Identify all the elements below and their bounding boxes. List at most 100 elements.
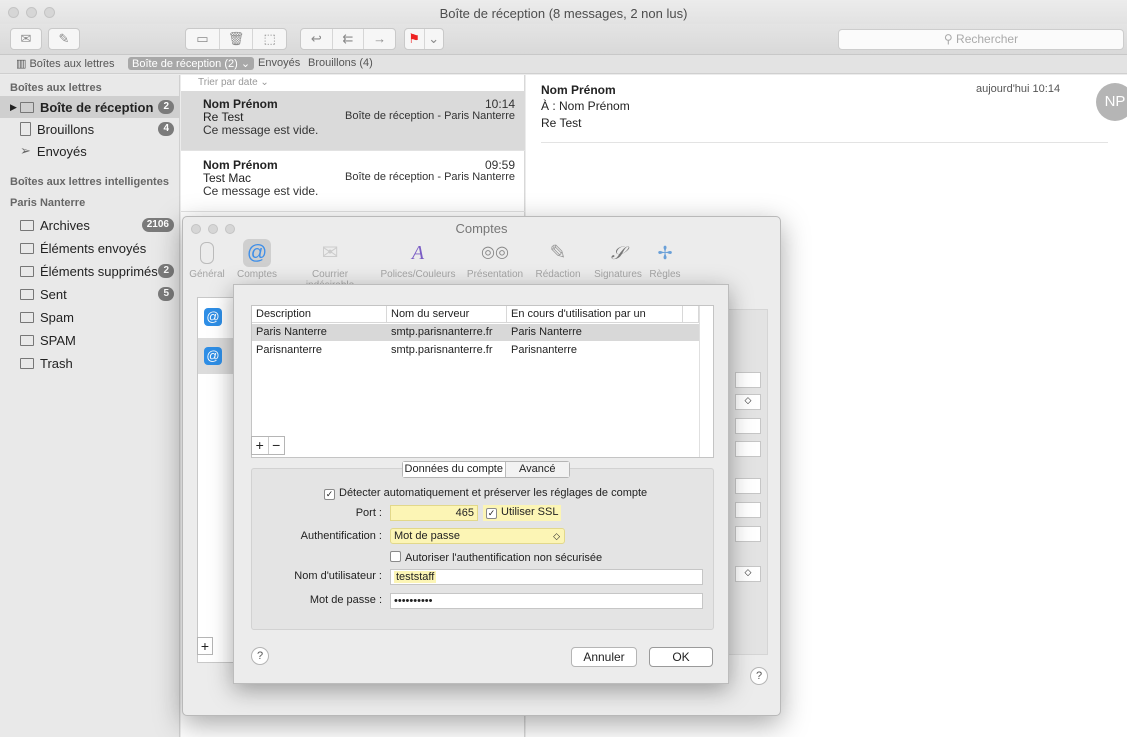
fav-inbox[interactable]: Boîte de réception (2) ⌄ <box>128 57 255 70</box>
auth-label: Authentification : <box>300 530 382 542</box>
chevron-down-icon: ⌄ <box>428 31 440 46</box>
add-server-button[interactable]: + <box>252 437 269 454</box>
sidebar-header-mailboxes: Boîtes aux lettres <box>10 82 102 94</box>
tab-advanced[interactable]: Avancé <box>505 462 569 477</box>
list-item[interactable]: Nom Prénom 09:59 Test Mac Boîte de récep… <box>181 152 525 212</box>
sidebar-item-inbox[interactable]: ▶ Boîte de réception 2 <box>0 96 180 118</box>
fav-sent[interactable]: Envoyés <box>258 57 300 69</box>
sidebar-item-archives[interactable]: Archives 2106 <box>0 214 180 236</box>
tab-composing[interactable]: ✎ Rédaction <box>529 239 587 280</box>
smtp-server-table: Description Nom du serveur En cours d'ut… <box>251 305 714 458</box>
trash-icon[interactable]: 🗑︎ <box>220 29 254 49</box>
tab-rules[interactable]: ✢ Règles <box>643 239 687 280</box>
tab-signatures[interactable]: 𝒮 Signatures <box>589 239 647 280</box>
sidebar-item-trash[interactable]: Trash <box>0 352 180 374</box>
tab-general[interactable]: Général <box>179 239 235 280</box>
auto-detect-option[interactable]: ✓ Détecter automatiquement et préserver l… <box>324 487 647 500</box>
window-title: Boîte de réception (8 messages, 2 non lu… <box>439 6 688 21</box>
table-row[interactable]: Parisnanterre smtp.parisnanterre.fr Pari… <box>252 342 699 359</box>
fav-mailboxes[interactable]: ▥ Boîtes aux lettres <box>16 57 114 70</box>
help-button[interactable]: ? <box>251 647 269 665</box>
accounts-list: @ @ <box>197 297 237 663</box>
detail-select[interactable]: ◇ <box>735 394 761 410</box>
detail-select[interactable]: ◇ <box>735 566 761 582</box>
archive-delete-junk-group: ▭ 🗑︎ ⬚ <box>185 28 287 50</box>
sidebar-item-sent[interactable]: ➢ Envoyés <box>0 140 180 162</box>
flag-button[interactable]: ⚑ ⌄ <box>404 28 444 50</box>
detail-field[interactable] <box>735 418 761 434</box>
sidebar: Boîtes aux lettres ▶ Boîte de réception … <box>0 75 180 737</box>
detail-field[interactable] <box>735 372 761 388</box>
username-field[interactable]: teststaff <box>390 569 703 585</box>
sidebar-item-sent-folder[interactable]: Sent 5 <box>0 283 180 305</box>
port-label: Port : <box>355 507 382 519</box>
count-badge: 2106 <box>141 218 174 232</box>
tab-viewing[interactable]: ◎◎ Présentation <box>463 239 527 280</box>
folder-icon <box>20 242 34 254</box>
sidebar-item-sent-items[interactable]: Éléments envoyés <box>0 237 180 259</box>
sidebar-item-deleted[interactable]: Éléments supprimés 2 <box>0 260 180 282</box>
sidebar-item-spam[interactable]: Spam <box>0 306 180 328</box>
column-header-in-use[interactable]: En cours d'utilisation par un compte <box>507 306 683 336</box>
inbox-icon <box>20 101 34 113</box>
count-badge: 5 <box>158 287 174 301</box>
sidebar-item-spam-upper[interactable]: SPAM <box>0 329 180 351</box>
compose-button[interactable]: ✎ <box>48 28 80 50</box>
sidebar-item-drafts[interactable]: Brouillons 4 <box>0 118 180 140</box>
search-input[interactable]: ⚲ Rechercher <box>838 29 1124 50</box>
ok-button[interactable]: OK <box>649 647 713 667</box>
detail-field[interactable] <box>735 502 761 518</box>
server-settings-panel: Données du compte Avancé ✓ Détecter autom… <box>251 461 714 630</box>
scrollbar[interactable] <box>699 306 713 457</box>
tab-accounts[interactable]: @ Comptes <box>229 239 285 280</box>
account-at-icon[interactable]: @ <box>204 308 222 326</box>
checkbox-unchecked[interactable] <box>390 551 401 562</box>
list-item[interactable]: Nom Prénom 10:14 Re Test Boîte de récept… <box>181 91 525 151</box>
help-button[interactable]: ? <box>750 667 768 685</box>
message-subject: Re Test <box>541 116 582 130</box>
folder-icon <box>20 288 34 300</box>
password-label: Mot de passe : <box>309 594 382 606</box>
switch-icon <box>200 242 214 264</box>
folder-icon <box>20 219 34 231</box>
checkbox-checked[interactable]: ✓ <box>486 508 497 519</box>
add-account-button[interactable]: + <box>197 637 213 655</box>
add-remove-buttons: + − <box>251 436 285 455</box>
smtp-servers-sheet: Description Nom du serveur En cours d'ut… <box>233 284 729 684</box>
auth-select[interactable]: Mot de passe ◇ <box>390 528 565 544</box>
message-to: À : Nom Prénom <box>541 99 630 113</box>
forward-icon[interactable]: → <box>364 29 395 49</box>
column-header-description[interactable]: Description <box>252 306 387 323</box>
junk-icon[interactable]: ⬚ <box>253 29 286 49</box>
sort-by-menu[interactable]: Trier par date ⌄ <box>198 77 269 88</box>
reply-icon[interactable]: ↩ <box>301 29 333 49</box>
detail-field[interactable] <box>735 441 761 457</box>
reply-all-icon[interactable]: ⇇ <box>333 29 365 49</box>
insecure-auth-option[interactable]: Autoriser l'authentification non sécuris… <box>390 551 602 564</box>
port-field[interactable]: 465 <box>390 505 478 521</box>
archive-icon[interactable]: ▭ <box>186 29 220 49</box>
checkbox-checked[interactable]: ✓ <box>324 489 335 500</box>
tab-account-info[interactable]: Données du compte <box>403 462 506 477</box>
compose-icon: ✎ <box>58 31 70 46</box>
unread-badge: 2 <box>158 100 174 114</box>
detail-field[interactable] <box>735 526 761 542</box>
get-mail-button[interactable]: ✉ <box>10 28 42 50</box>
remove-server-button[interactable]: − <box>269 437 285 454</box>
reply-group: ↩ ⇇ → <box>300 28 396 50</box>
fav-drafts[interactable]: Brouillons (4) <box>308 57 373 69</box>
count-badge: 2 <box>158 264 174 278</box>
disclosure-icon[interactable]: ▶ <box>10 102 20 113</box>
password-field[interactable]: •••••••••• <box>390 593 703 609</box>
table-row[interactable]: Paris Nanterre smtp.parisnanterre.fr Par… <box>252 324 699 341</box>
detail-field[interactable] <box>735 478 761 494</box>
search-icon: ⚲ <box>943 32 957 46</box>
prefs-title: Comptes <box>455 221 508 236</box>
column-header-server[interactable]: Nom du serveur <box>387 306 507 323</box>
folder-icon <box>20 357 34 369</box>
column-header-filler <box>683 306 699 323</box>
cancel-button[interactable]: Annuler <box>571 647 637 667</box>
account-at-icon[interactable]: @ <box>204 347 222 365</box>
tab-fonts[interactable]: A Polices/Couleurs <box>377 239 459 280</box>
use-ssl-option[interactable]: ✓ Utiliser SSL <box>483 505 562 521</box>
